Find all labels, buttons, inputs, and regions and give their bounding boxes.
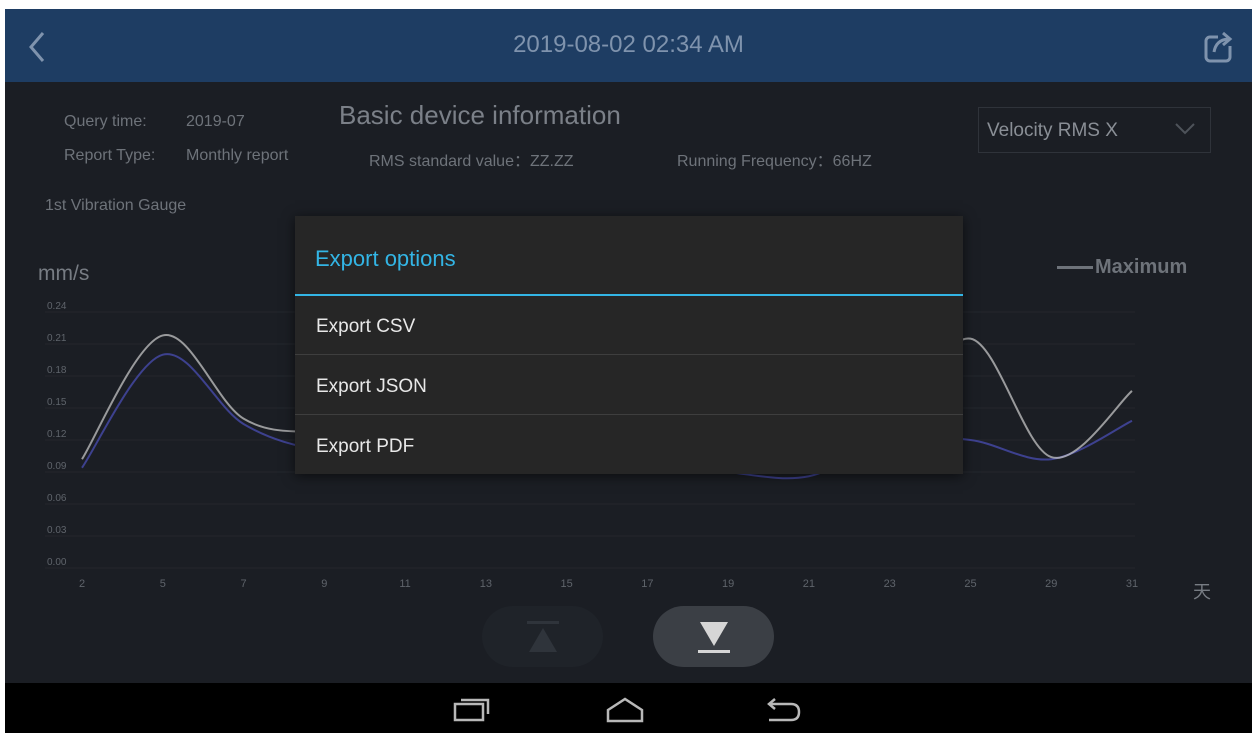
legend-label: Maximum (1095, 256, 1188, 278)
recent-apps-icon[interactable] (453, 698, 491, 722)
system-nav-bar (5, 683, 1252, 733)
x-tick-label: 21 (803, 578, 815, 590)
option-label: Export JSON (316, 376, 427, 397)
x-tick-label: 29 (1045, 578, 1057, 590)
x-tick-label: 13 (480, 578, 492, 590)
x-tick-label: 2 (79, 578, 85, 590)
x-tick-label: 23 (884, 578, 896, 590)
x-tick-label: 17 (641, 578, 653, 590)
y-tick-label: 0.03 (47, 525, 67, 536)
option-label: Export CSV (316, 316, 416, 337)
scroll-to-top-icon (527, 621, 559, 652)
y-tick-label: 0.06 (47, 493, 67, 504)
scroll-to-bottom-button[interactable] (653, 606, 774, 667)
y-tick-label: 0.00 (47, 557, 67, 568)
export-json-option[interactable]: Export JSON (295, 356, 963, 415)
export-options-dialog: Export options Export CSV Export JSON Ex… (295, 216, 963, 474)
scroll-to-top-button[interactable] (482, 606, 603, 667)
x-axis-unit: 天 (1193, 582, 1211, 602)
x-tick-label: 25 (964, 578, 976, 590)
dialog-title: Export options (315, 246, 456, 271)
export-csv-option[interactable]: Export CSV (295, 296, 963, 355)
x-tick-label: 5 (160, 578, 166, 590)
x-tick-label: 11 (399, 578, 410, 590)
export-pdf-option[interactable]: Export PDF (295, 416, 963, 475)
y-axis-unit: mm/s (38, 262, 90, 285)
back-icon[interactable] (763, 698, 803, 724)
y-tick-label: 0.15 (47, 397, 67, 408)
y-tick-label: 0.12 (47, 429, 67, 440)
x-tick-label: 7 (240, 578, 246, 590)
scroll-to-bottom-icon (698, 622, 730, 653)
y-tick-label: 0.21 (47, 333, 67, 344)
y-tick-label: 0.18 (47, 365, 67, 376)
home-icon[interactable] (605, 697, 645, 723)
chart-legend: Maximum (1057, 256, 1187, 279)
legend-swatch (1057, 266, 1093, 270)
y-tick-label: 0.09 (47, 461, 67, 472)
x-tick-label: 31 (1126, 578, 1138, 590)
x-tick-label: 19 (722, 578, 734, 590)
x-tick-label: 15 (560, 578, 572, 590)
y-tick-label: 0.24 (47, 301, 67, 312)
option-label: Export PDF (316, 436, 415, 457)
x-tick-label: 9 (321, 578, 327, 590)
